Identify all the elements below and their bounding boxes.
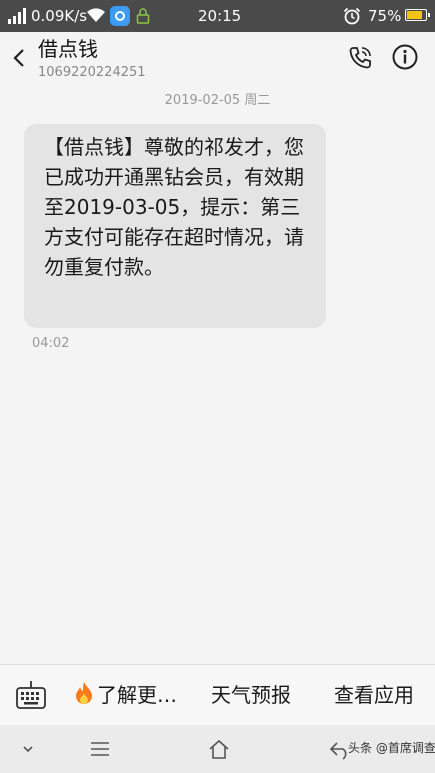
- home-icon[interactable]: [207, 738, 231, 760]
- navigation-bar: 头条 @首席调查官: [0, 725, 435, 773]
- conversation-header: 借点钱 1069220224251: [0, 32, 435, 86]
- message-text: 【借点钱】尊敬的祁发才，您已成功开通黑钻会员，有效期至2019-03-05，提示…: [44, 135, 304, 279]
- phone-call-icon[interactable]: [346, 44, 374, 72]
- quick-reply-bar: 了解更… 天气预报 查看应用: [0, 664, 435, 725]
- quick-reply-view-app[interactable]: 查看应用: [334, 665, 414, 725]
- alarm-icon: [343, 7, 361, 25]
- message-time: 04:02: [32, 336, 70, 351]
- quick-reply-learn-more[interactable]: 了解更…: [73, 665, 177, 725]
- date-divider: 2019-02-05 周二: [164, 93, 271, 108]
- message-bubble[interactable]: 【借点钱】尊敬的祁发才，您已成功开通黑钻会员，有效期至2019-03-05，提示…: [24, 124, 326, 328]
- network-speed: 0.09K/s: [31, 7, 88, 25]
- quick-reply-weather[interactable]: 天气预报: [211, 665, 291, 725]
- quick-reply-label: 了解更…: [97, 683, 177, 707]
- info-icon[interactable]: [391, 43, 419, 71]
- contact-number: 1069220224251: [38, 65, 146, 80]
- battery-percentage: 75%: [368, 7, 402, 25]
- menu-icon[interactable]: [88, 738, 112, 760]
- fire-icon: [73, 668, 95, 704]
- battery-icon: [405, 9, 430, 21]
- contact-name: 借点钱: [38, 37, 98, 61]
- app-notification-icon: [110, 6, 130, 26]
- wifi-icon: [86, 7, 106, 23]
- lock-icon: [136, 8, 150, 24]
- signal-icon: [8, 8, 28, 24]
- keyboard-icon[interactable]: [15, 679, 47, 711]
- chevron-left-icon[interactable]: [10, 46, 30, 70]
- watermark-text: 头条 @首席调查官: [348, 741, 435, 755]
- chevron-down-icon[interactable]: [16, 738, 40, 760]
- clock-time: 20:15: [198, 7, 242, 25]
- status-bar: 0.09K/s 20:15 75%: [0, 0, 435, 32]
